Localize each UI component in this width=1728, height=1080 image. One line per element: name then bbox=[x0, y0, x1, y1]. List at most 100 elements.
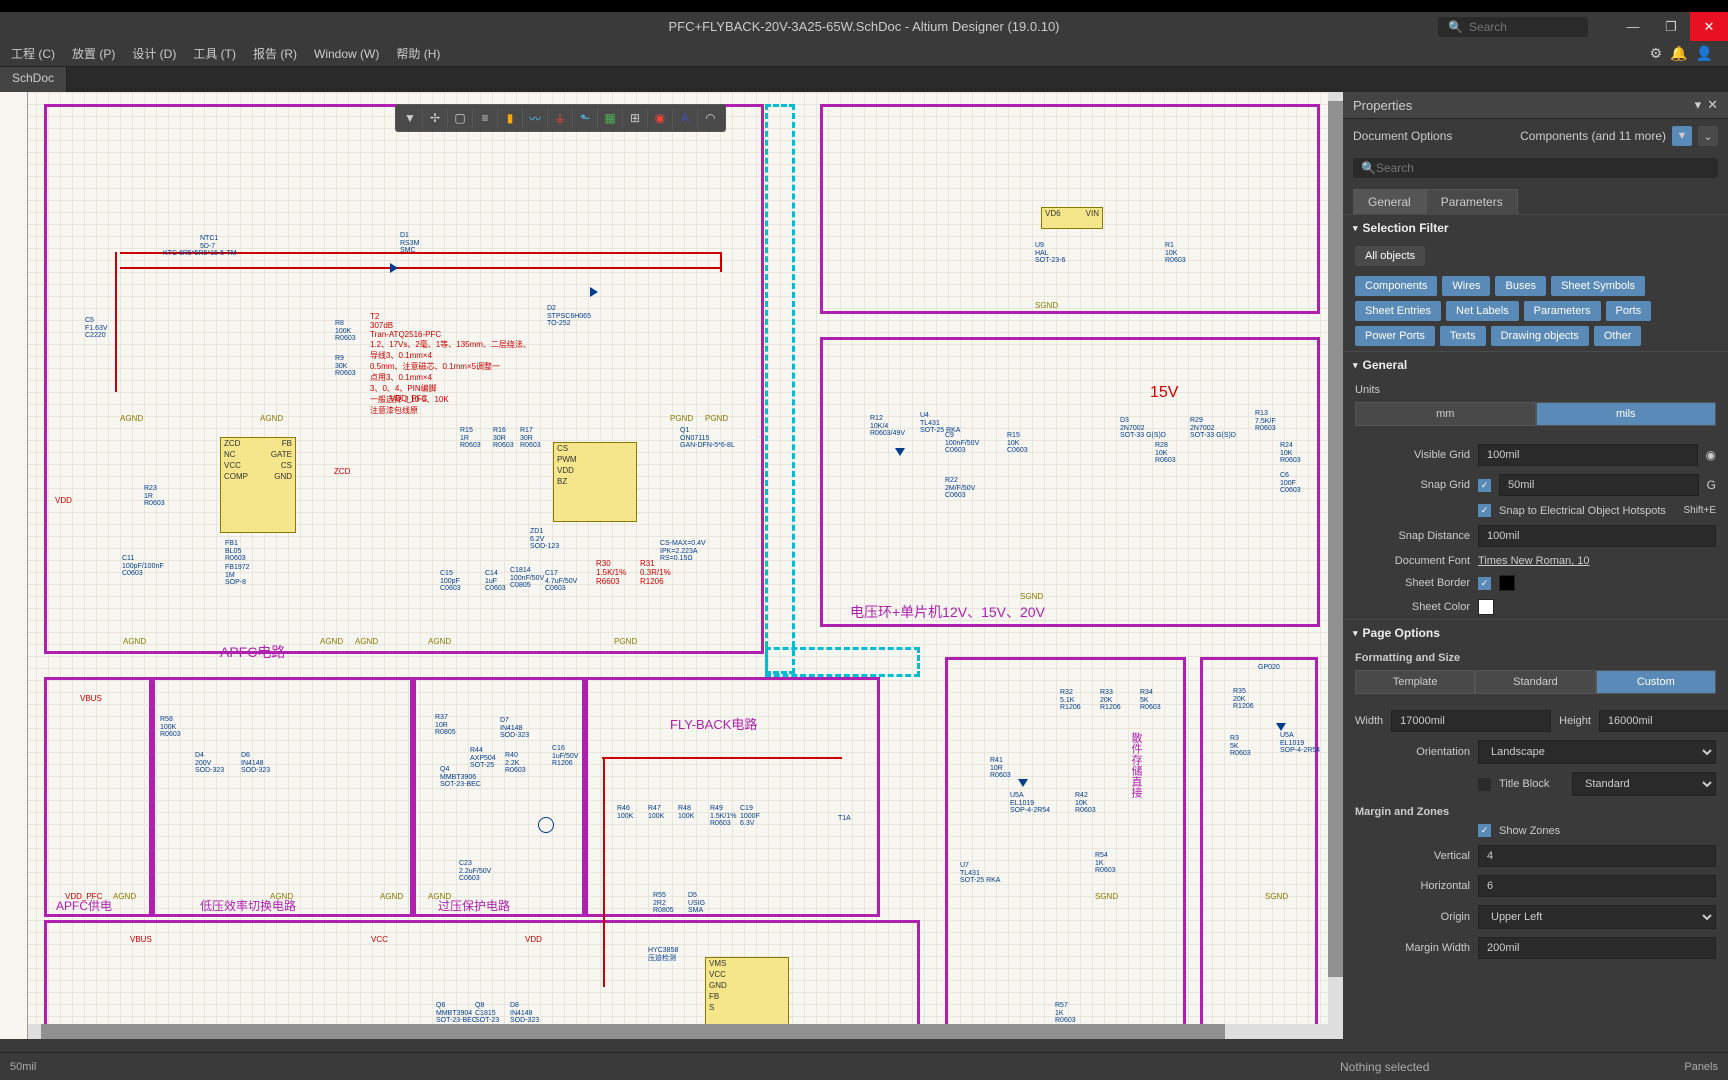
user-icon[interactable]: 👤 bbox=[1696, 45, 1713, 62]
comp-c11: C11 100pF/100nF C0603 bbox=[122, 555, 164, 578]
orientation-label: Orientation bbox=[1355, 746, 1470, 758]
menu-place[interactable]: 放置 (P) bbox=[66, 42, 121, 65]
unit-mils[interactable]: mils bbox=[1536, 402, 1717, 426]
snap-grid-check[interactable]: ✓ bbox=[1478, 479, 1491, 492]
snap-grid-g: G bbox=[1707, 478, 1716, 492]
tab-general[interactable]: General bbox=[1353, 189, 1426, 214]
global-search[interactable]: 🔍 bbox=[1438, 17, 1588, 37]
close-panel-icon[interactable]: ✕ bbox=[1707, 97, 1718, 113]
snap-dist-input[interactable] bbox=[1478, 525, 1716, 547]
maximize-button[interactable]: ❐ bbox=[1652, 12, 1690, 41]
sheet-color-swatch[interactable] bbox=[1478, 599, 1494, 615]
port-icon[interactable]: ⬑ bbox=[573, 107, 598, 129]
props-search[interactable]: 🔍 bbox=[1353, 158, 1718, 178]
comp-d7: D7 IN4148 SOD-323 bbox=[500, 717, 529, 740]
section-page-options[interactable]: Page Options bbox=[1343, 619, 1728, 646]
schematic-canvas[interactable]: ▼ ✢ ▢ ≡ ▮ 〰 ⏚ ⬑ ▦ ⊞ ◉ A ◠ APFC电路 电压环+单片机… bbox=[0, 92, 1343, 1039]
comp-q1: Q1 ON07115 GAN-DFN-5*6-8L bbox=[680, 427, 735, 450]
comp-u7: U7 TL431 SOT-25 RKA bbox=[960, 862, 1000, 885]
fmt-custom[interactable]: Custom bbox=[1596, 670, 1716, 694]
title-block-check[interactable] bbox=[1478, 778, 1491, 791]
pill-sheet-symbols[interactable]: Sheet Symbols bbox=[1551, 276, 1645, 296]
unit-mm[interactable]: mm bbox=[1355, 402, 1536, 426]
menu-report[interactable]: 报告 (R) bbox=[247, 42, 303, 65]
section-selection-filter[interactable]: Selection Filter bbox=[1343, 214, 1728, 241]
pill-components[interactable]: Components bbox=[1355, 276, 1437, 296]
scrollbar-v-thumb[interactable] bbox=[1328, 101, 1343, 977]
pill-all-objects[interactable]: All objects bbox=[1355, 246, 1425, 266]
close-button[interactable]: ✕ bbox=[1690, 12, 1728, 41]
snap-grid-input[interactable] bbox=[1499, 474, 1699, 496]
orientation-select[interactable]: Landscape bbox=[1478, 740, 1716, 764]
pill-power-ports[interactable]: Power Ports bbox=[1355, 326, 1435, 346]
props-search-input[interactable] bbox=[1376, 161, 1710, 175]
menu-design[interactable]: 设计 (D) bbox=[126, 42, 182, 65]
pill-parameters[interactable]: Parameters bbox=[1524, 301, 1601, 321]
status-left: 50mil bbox=[10, 1061, 36, 1073]
settings-icon[interactable]: ⚙ bbox=[1650, 45, 1663, 62]
minimize-button[interactable]: — bbox=[1614, 12, 1652, 41]
window-title: PFC+FLYBACK-20V-3A25-65W.SchDoc - Altium… bbox=[668, 19, 1059, 34]
floating-toolbar: ▼ ✢ ▢ ≡ ▮ 〰 ⏚ ⬑ ▦ ⊞ ◉ A ◠ bbox=[395, 104, 726, 132]
ic-top-right[interactable]: VD6VIN bbox=[1041, 207, 1103, 229]
snap-hot-check[interactable]: ✓ bbox=[1478, 504, 1491, 517]
show-zones-check[interactable]: ✓ bbox=[1478, 824, 1491, 837]
panels-button[interactable]: Panels bbox=[1684, 1061, 1718, 1073]
menu-project[interactable]: 工程 (C) bbox=[5, 42, 61, 65]
scrollbar-vertical[interactable] bbox=[1328, 92, 1343, 1024]
title-block-select[interactable]: Standard bbox=[1572, 772, 1716, 796]
filter-toggle-icon[interactable]: ▼ bbox=[1672, 126, 1692, 146]
comp-q6: Q6 MMBT3904 SOT-23-BEC bbox=[436, 1002, 477, 1025]
origin-select[interactable]: Upper Left bbox=[1478, 905, 1716, 929]
select-icon[interactable]: ▢ bbox=[448, 107, 473, 129]
net-icon[interactable]: ⊞ bbox=[623, 107, 648, 129]
section-general[interactable]: General bbox=[1343, 351, 1728, 378]
pill-buses[interactable]: Buses bbox=[1495, 276, 1546, 296]
align-icon[interactable]: ≡ bbox=[473, 107, 498, 129]
margin-width-input[interactable] bbox=[1478, 937, 1716, 959]
tab-schdoc[interactable]: SchDoc bbox=[0, 67, 67, 92]
text-icon[interactable]: A bbox=[673, 107, 698, 129]
filter-clear-icon[interactable]: ⌄ bbox=[1698, 126, 1718, 146]
pill-drawing-objects[interactable]: Drawing objects bbox=[1491, 326, 1589, 346]
pin-icon[interactable]: ▾ bbox=[1695, 97, 1702, 113]
probe-icon[interactable]: ◉ bbox=[648, 107, 673, 129]
doc-font-value[interactable]: Times New Roman, 10 bbox=[1478, 555, 1716, 567]
arc-icon[interactable]: ◠ bbox=[698, 107, 723, 129]
sheet-border-check[interactable]: ✓ bbox=[1478, 577, 1491, 590]
gnd-icon[interactable]: ⏚ bbox=[548, 107, 573, 129]
pill-wires[interactable]: Wires bbox=[1442, 276, 1490, 296]
width-input[interactable] bbox=[1391, 710, 1551, 732]
visibility-icon[interactable]: ◉ bbox=[1706, 448, 1716, 462]
pill-net-labels[interactable]: Net Labels bbox=[1446, 301, 1519, 321]
sgnd1: SGND bbox=[1035, 301, 1058, 310]
vertical-input[interactable] bbox=[1478, 845, 1716, 867]
fmt-standard[interactable]: Standard bbox=[1475, 670, 1595, 694]
sheet-border-color[interactable] bbox=[1499, 575, 1515, 591]
properties-title: Properties bbox=[1353, 98, 1412, 113]
scrollbar-horizontal[interactable] bbox=[28, 1024, 1343, 1039]
filter-icon[interactable]: ▼ bbox=[398, 107, 423, 129]
move-icon[interactable]: ✢ bbox=[423, 107, 448, 129]
wire-icon[interactable]: 〰 bbox=[523, 107, 548, 129]
visible-grid-input[interactable] bbox=[1478, 444, 1698, 466]
pill-other[interactable]: Other bbox=[1594, 326, 1642, 346]
ic-u1[interactable]: ZCDFB NCGATE VCCCS COMPGND bbox=[220, 437, 296, 533]
notification-icon[interactable]: 🔔 bbox=[1670, 45, 1687, 62]
sheet-voltage-loop bbox=[820, 337, 1320, 627]
menu-window[interactable]: Window (W) bbox=[308, 44, 385, 64]
fmt-template[interactable]: Template bbox=[1355, 670, 1475, 694]
menu-tools[interactable]: 工具 (T) bbox=[187, 42, 242, 65]
ic-u2[interactable]: CS PWM VDD BZ bbox=[553, 442, 637, 522]
pill-texts[interactable]: Texts bbox=[1440, 326, 1486, 346]
pill-sheet-entries[interactable]: Sheet Entries bbox=[1355, 301, 1441, 321]
pill-ports[interactable]: Ports bbox=[1606, 301, 1652, 321]
menu-help[interactable]: 帮助 (H) bbox=[390, 42, 446, 65]
scrollbar-h-thumb[interactable] bbox=[41, 1024, 1225, 1039]
comp-icon[interactable]: ▮ bbox=[498, 107, 523, 129]
horizontal-input[interactable] bbox=[1478, 875, 1716, 897]
search-input[interactable] bbox=[1469, 20, 1578, 34]
tab-parameters[interactable]: Parameters bbox=[1426, 189, 1518, 214]
sheet-icon[interactable]: ▦ bbox=[598, 107, 623, 129]
height-input[interactable] bbox=[1599, 710, 1728, 732]
